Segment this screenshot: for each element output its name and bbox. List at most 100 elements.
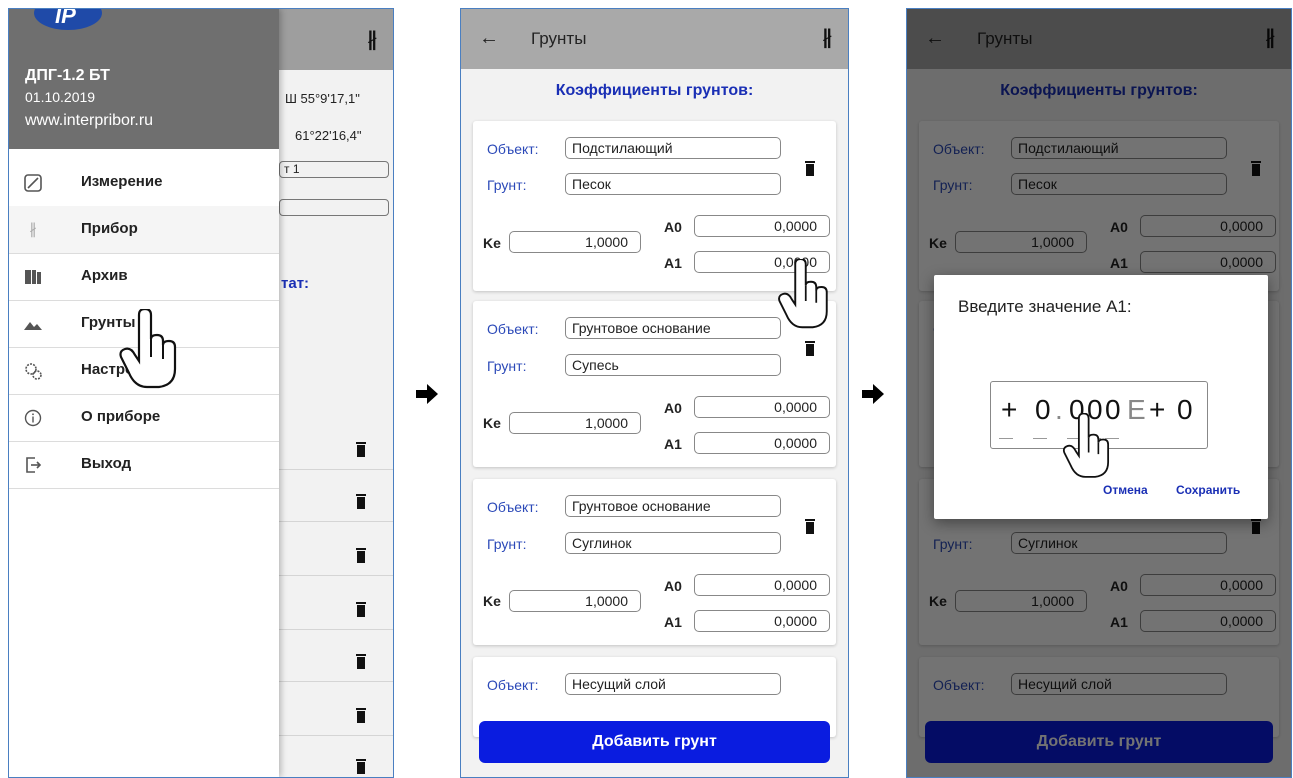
- value-input-dialog: Введите значение A1: + 0 . 0 0 0 E + 0 О…: [934, 275, 1268, 519]
- gears-icon: [25, 363, 42, 380]
- trash-icon[interactable]: [355, 602, 367, 617]
- picker-underline: [999, 438, 1013, 439]
- back-arrow-icon[interactable]: ←: [479, 27, 499, 50]
- menu-item-label: Прибор: [81, 220, 138, 237]
- soil-field[interactable]: Супесь: [565, 354, 781, 376]
- soil-field[interactable]: Суглинок: [565, 532, 781, 554]
- info-icon: [24, 409, 42, 427]
- picker-underline: [1033, 438, 1047, 439]
- screen-soils: ← Грунты ∦ Коэффициенты грунтов: Объект:…: [460, 8, 849, 778]
- mountain-icon: [24, 322, 42, 330]
- list-item[interactable]: [279, 429, 393, 470]
- screen-navigation-drawer: ∦ Ш 55°9'17,1" 61°22'16,4" т 1 тат: IP Д…: [8, 8, 394, 778]
- cancel-button[interactable]: Отмена: [1103, 483, 1148, 497]
- picker-digit[interactable]: E: [1127, 394, 1146, 426]
- a0-label: A0: [664, 578, 682, 594]
- a1-field[interactable]: 0,0000: [694, 610, 830, 632]
- pointer-hand-icon: [119, 309, 177, 389]
- picker-digit[interactable]: 0: [1177, 394, 1193, 426]
- picker-digit[interactable]: +: [1001, 394, 1017, 426]
- device-name: ДПГ-1.2 БТ: [25, 67, 110, 84]
- object-field[interactable]: Подстилающий: [565, 137, 781, 159]
- list-item[interactable]: [279, 481, 393, 522]
- trash-icon[interactable]: [355, 708, 367, 723]
- object-label: Объект:: [487, 677, 539, 693]
- save-button[interactable]: Сохранить: [1176, 483, 1240, 497]
- a0-label: A0: [664, 400, 682, 416]
- list-item[interactable]: [279, 589, 393, 630]
- website-link[interactable]: www.interpribor.ru: [25, 112, 153, 130]
- menu-item-label: Архив: [81, 267, 128, 284]
- ke-field[interactable]: 1,0000: [509, 231, 641, 253]
- a0-field[interactable]: 0,0000: [694, 574, 830, 596]
- trash-icon[interactable]: [355, 494, 367, 509]
- result-label: тат:: [281, 275, 310, 292]
- soil-label: Грунт:: [487, 358, 527, 374]
- bluetooth-icon[interactable]: ∦: [367, 27, 377, 52]
- screen-soils-dialog: ← Грунты ∦ Коэффициенты грунтов: Объект:…: [906, 8, 1292, 778]
- appbar-title: Грунты: [531, 29, 587, 48]
- bluetooth-icon[interactable]: ∦: [822, 25, 832, 50]
- ruler-icon: [24, 174, 42, 192]
- svg-text:IP: IP: [55, 8, 76, 28]
- soil-field[interactable]: Песок: [565, 173, 781, 195]
- device-date: 01.10.2019: [25, 89, 96, 105]
- menu-item-about[interactable]: О приборе: [9, 394, 279, 442]
- arrow-right-icon: [862, 383, 884, 405]
- a0-field[interactable]: 0,0000: [694, 396, 830, 418]
- ke-label: Ke: [483, 415, 501, 431]
- a0-field[interactable]: 0,0000: [694, 215, 830, 237]
- list-item[interactable]: [279, 641, 393, 682]
- object-label: Объект:: [487, 321, 539, 337]
- menu-item-device[interactable]: ∦ Прибор: [9, 206, 279, 254]
- object-label: Объект:: [487, 141, 539, 157]
- background-field[interactable]: т 1: [279, 161, 389, 178]
- menu-item-label: О приборе: [81, 408, 161, 425]
- menu-item-label: Измерение: [81, 173, 163, 190]
- trash-icon[interactable]: [804, 161, 816, 176]
- object-field[interactable]: Несущий слой: [565, 673, 781, 695]
- add-soil-button[interactable]: Добавить грунт: [479, 721, 830, 763]
- a0-label: A0: [664, 219, 682, 235]
- background-field-2[interactable]: [279, 199, 389, 216]
- trash-icon[interactable]: [355, 548, 367, 563]
- object-field[interactable]: Грунтовое основание: [565, 495, 781, 517]
- list-item[interactable]: [279, 535, 393, 576]
- interpribor-logo: IP: [34, 8, 102, 30]
- exit-icon: [26, 457, 42, 473]
- longitude-text: 61°22'16,4": [295, 128, 362, 143]
- section-title: Коэффициенты грунтов:: [555, 82, 754, 99]
- ke-label: Ke: [483, 593, 501, 609]
- trash-icon[interactable]: [355, 654, 367, 669]
- menu-item-label: Выход: [81, 455, 132, 472]
- soil-label: Грунт:: [487, 536, 527, 552]
- a1-label: A1: [664, 614, 682, 630]
- trash-icon[interactable]: [804, 341, 816, 356]
- soil-card: Объект: Грунтовое основание Грунт: Сугли…: [473, 479, 836, 645]
- trash-icon[interactable]: [355, 442, 367, 457]
- bluetooth-icon: ∦: [29, 221, 37, 238]
- pointer-hand-icon: [1062, 413, 1110, 478]
- list-item[interactable]: [279, 747, 393, 777]
- menu-item-measurement[interactable]: Измерение: [9, 159, 279, 207]
- picker-digit[interactable]: +: [1149, 394, 1165, 426]
- appbar: ← Грунты ∦: [461, 9, 848, 69]
- ke-field[interactable]: 1,0000: [509, 412, 641, 434]
- a1-label: A1: [664, 255, 682, 271]
- picker-digit[interactable]: 0: [1035, 394, 1051, 426]
- latitude-text: Ш 55°9'17,1": [285, 91, 360, 106]
- menu-item-exit[interactable]: Выход: [9, 441, 279, 489]
- archive-icon: [25, 270, 41, 284]
- ke-field[interactable]: 1,0000: [509, 590, 641, 612]
- menu-item-archive[interactable]: Архив: [9, 253, 279, 301]
- a1-field[interactable]: 0,0000: [694, 432, 830, 454]
- object-label: Объект:: [487, 499, 539, 515]
- trash-icon[interactable]: [804, 519, 816, 534]
- trash-icon[interactable]: [355, 759, 367, 774]
- object-field[interactable]: Грунтовое основание: [565, 317, 781, 339]
- pointer-hand-icon: [778, 259, 828, 329]
- a1-label: A1: [664, 436, 682, 452]
- dialog-title: Введите значение A1:: [958, 297, 1132, 316]
- ke-label: Ke: [483, 235, 501, 251]
- list-item[interactable]: [279, 695, 393, 736]
